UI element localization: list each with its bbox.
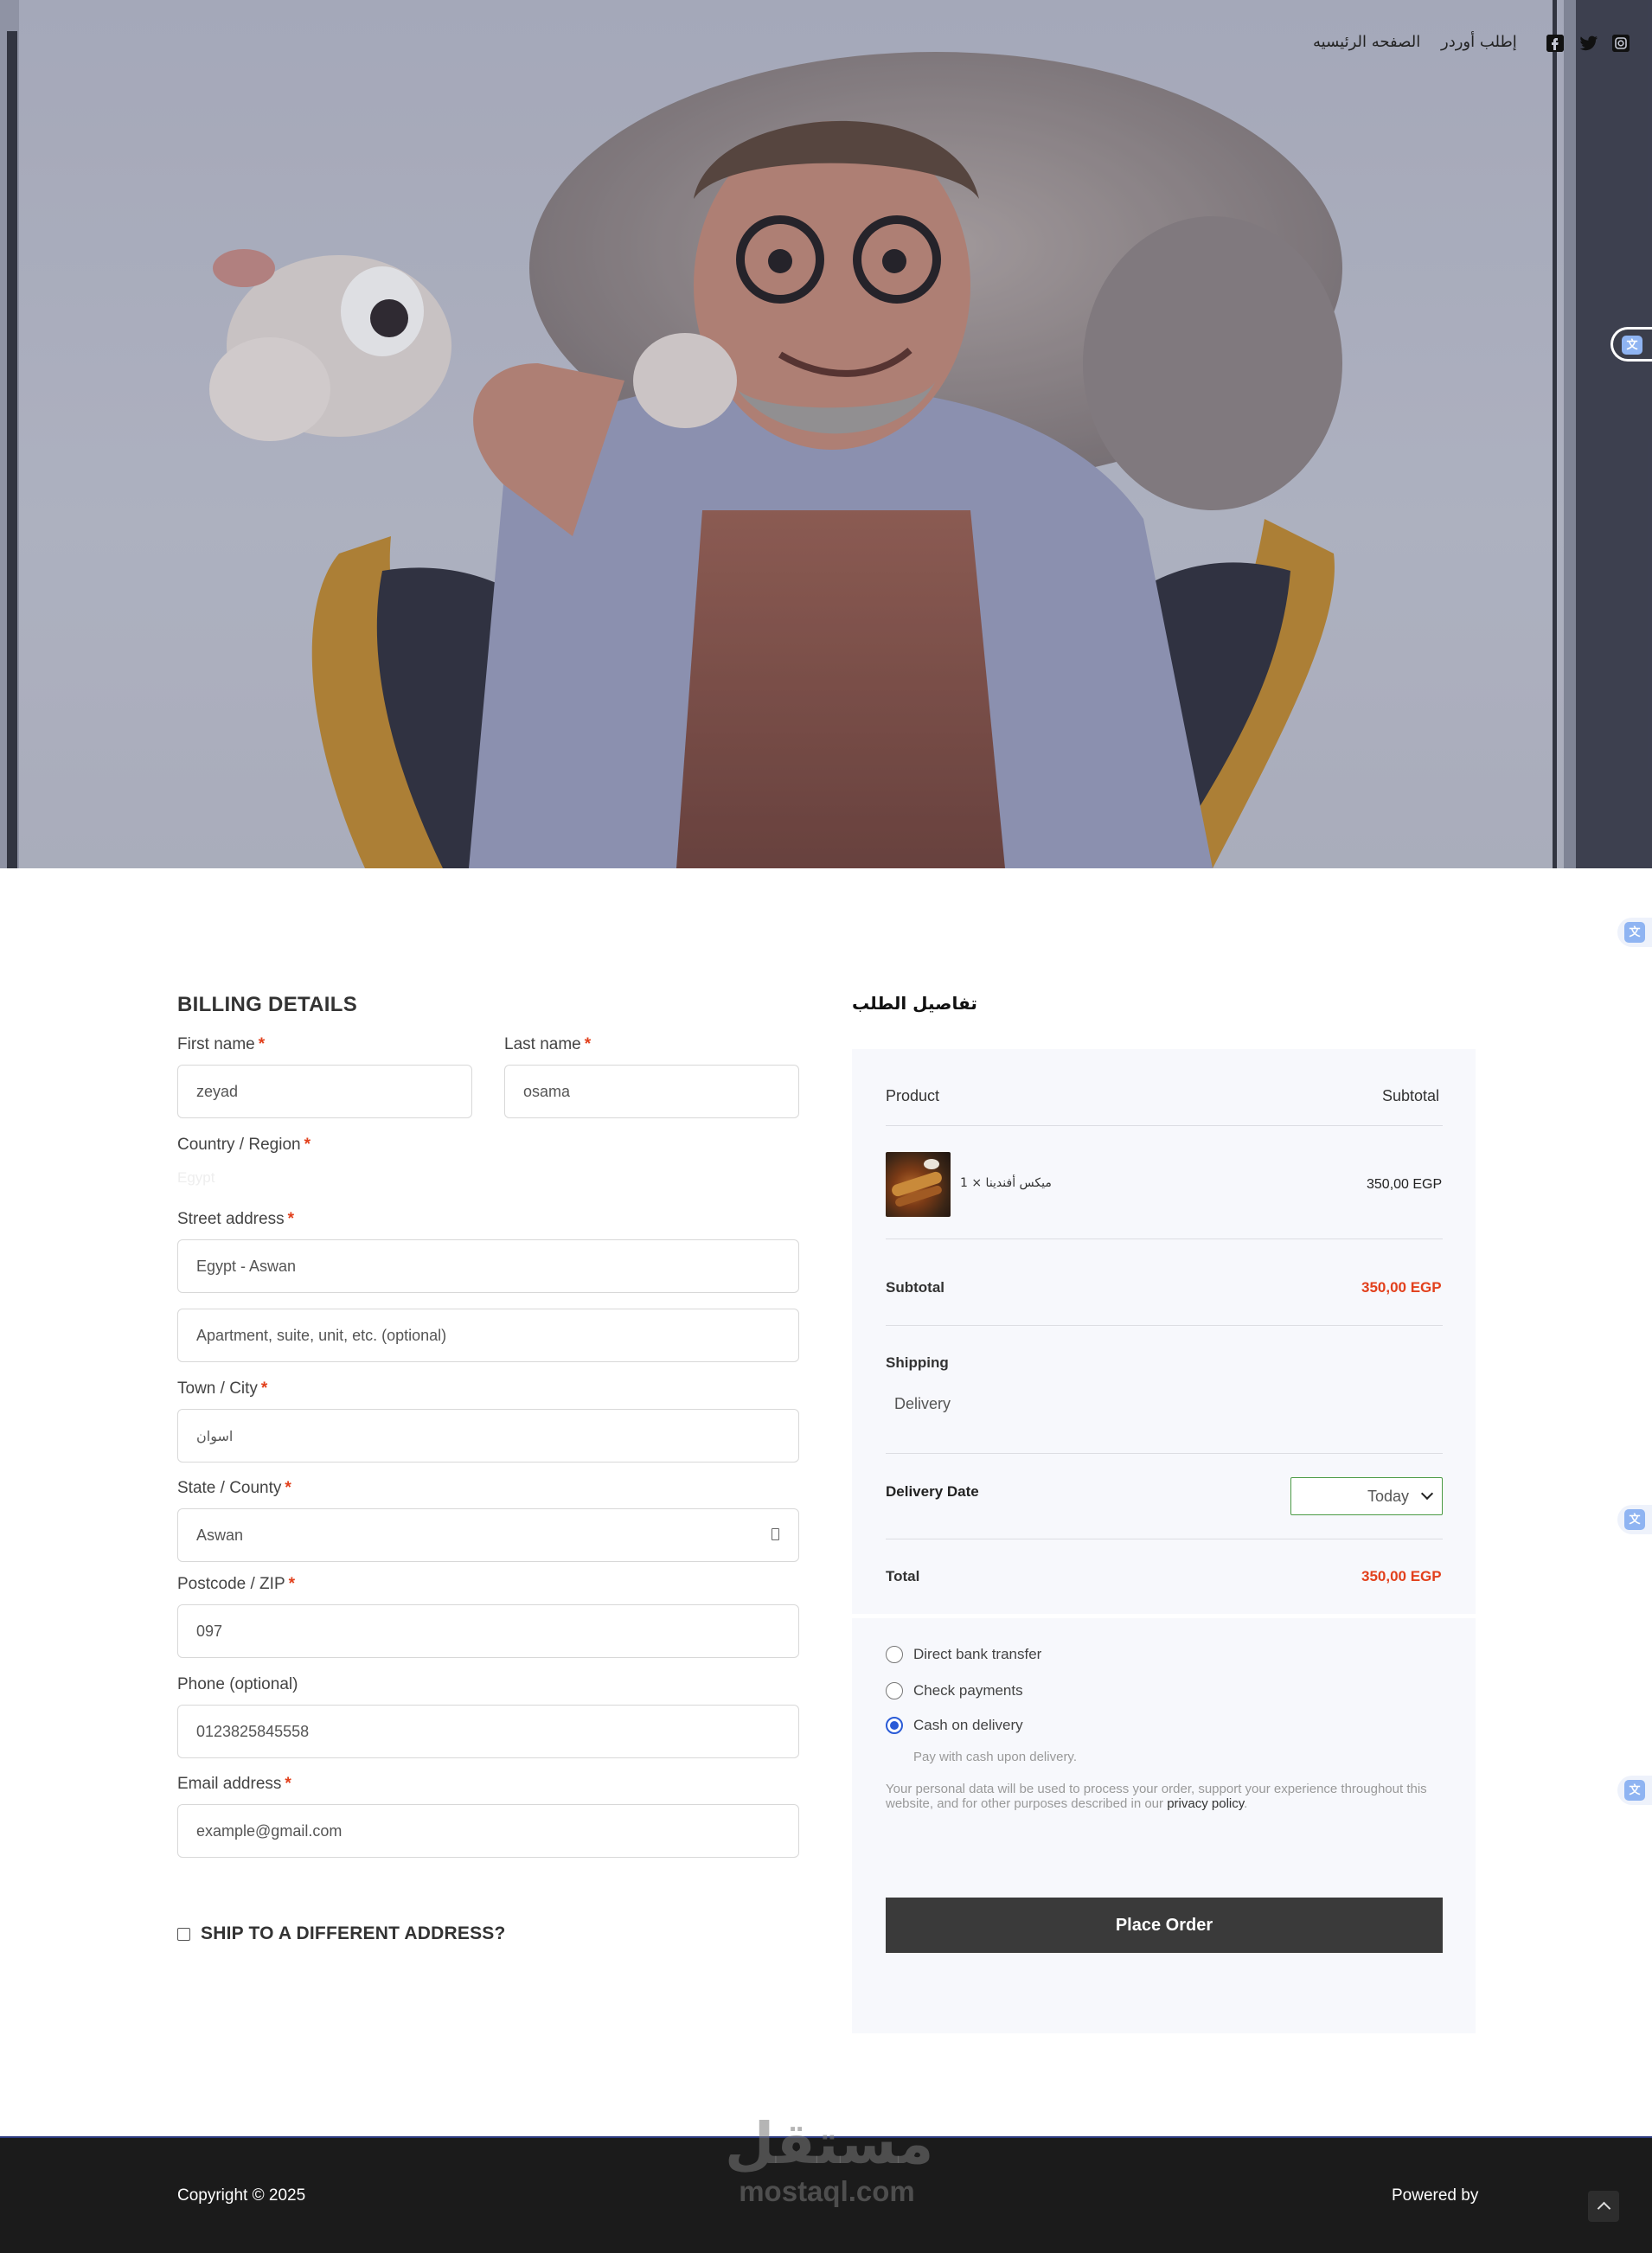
payment-label-check: Check payments [913,1682,1023,1699]
phone-input[interactable]: 0123825845558 [177,1705,799,1758]
column-subtotal: Subtotal [1382,1087,1440,1104]
payment-radio-cod[interactable] [886,1717,903,1734]
delivery-date-label: Delivery Date [886,1483,979,1500]
cart-item-price: 350,00 EGP [1367,1177,1443,1192]
total-value: 350,00 EGP [1361,1568,1442,1584]
twitter-icon[interactable] [1579,35,1598,52]
last-name-value: osama [523,1082,571,1100]
last-name-label: Last name * [504,1035,592,1053]
watermark-latin: mostaql.com [739,2175,915,2207]
phone-label: Phone (optional) [177,1675,298,1693]
translate-widget-button[interactable]: 文 [1617,918,1652,947]
divider [886,1325,1443,1326]
footer-powered-by: Powered by [1392,2186,1479,2205]
order-details-title: تفاصيل الطلب [852,993,977,1014]
town-city-label: Town / City * [177,1379,268,1398]
product-thumbnail [886,1152,951,1217]
street-address-value: Egypt - Aswan [196,1257,297,1275]
translate-icon: 文 [1622,336,1642,355]
privacy-text: Your personal data will be used to proce… [886,1782,1427,1811]
postcode-label: Postcode / ZIP * [177,1575,296,1593]
translate-widget-button[interactable]: 文 [1617,1776,1652,1805]
mostaql-watermark: مستقل mostaql.com [725,2110,934,2207]
facebook-icon[interactable] [1546,35,1564,52]
select-arrow-icon [772,1528,779,1540]
translate-widget-button[interactable]: 文 [1617,1505,1652,1534]
hero-overlay [0,0,1652,868]
state-county-value: Aswan [196,1526,244,1544]
ship-different-address-checkbox[interactable] [177,1927,190,1941]
nav-order-link[interactable]: إطلب أوردر [1441,33,1517,51]
translate-icon: 文 [1624,1780,1645,1801]
watermark-arabic: مستقل [725,2110,934,2177]
scroll-to-top-button[interactable] [1588,2191,1619,2222]
state-county-label: State / County * [177,1479,291,1497]
payment-radio-bank[interactable] [886,1646,903,1663]
ship-different-address[interactable]: SHIP TO A DIFFERENT ADDRESS? [177,1923,506,1944]
column-product: Product [886,1087,940,1104]
payment-label-bank: Direct bank transfer [913,1646,1042,1662]
ship-different-address-label: SHIP TO A DIFFERENT ADDRESS? [201,1923,506,1943]
postcode-input[interactable]: 097 [177,1604,799,1658]
street-address-2-input[interactable]: Apartment, suite, unit, etc. (optional) [177,1309,799,1362]
divider [886,1125,1443,1126]
total-label: Total [886,1568,920,1584]
translate-icon: 文 [1624,922,1645,943]
section-separator [852,1614,1476,1618]
postcode-value: 097 [196,1622,223,1640]
instagram-icon[interactable] [1612,35,1630,52]
cod-description: Pay with cash upon delivery. [913,1750,1077,1764]
footer-copyright: Copyright © 2025 [177,2186,306,2205]
email-input[interactable]: example@gmail.com [177,1804,799,1858]
street-address-input[interactable]: Egypt - Aswan [177,1239,799,1293]
privacy-notice: Your personal data will be used to proce… [886,1782,1427,1811]
translate-icon: 文 [1624,1509,1645,1530]
street-address-2-placeholder: Apartment, suite, unit, etc. (optional) [196,1326,447,1344]
first-name-value: zeyad [196,1082,239,1100]
chevron-down-icon [1420,1487,1434,1501]
payment-label-cod: Cash on delivery [913,1717,1023,1733]
last-name-input[interactable]: osama [504,1065,799,1118]
town-city-value: اسوان [196,1427,234,1444]
billing-title: BILLING DETAILS [177,993,358,1016]
shipping-method: Delivery [894,1395,951,1412]
phone-value: 0123825845558 [196,1722,310,1740]
cart-item-name: 1 × ميكس أفندينا [960,1176,1052,1190]
shipping-label: Shipping [886,1354,949,1371]
delivery-date-select[interactable]: Today [1290,1477,1443,1515]
subtotal-value: 350,00 EGP [1361,1279,1442,1296]
place-order-button[interactable]: Place Order [886,1898,1443,1953]
first-name-label: First name * [177,1035,266,1053]
hero-banner: الصفحه الرئيسيه إطلب أوردر 文 [0,0,1652,868]
subtotal-label: Subtotal [886,1279,944,1296]
first-name-input[interactable]: zeyad [177,1065,472,1118]
payment-radio-check[interactable] [886,1682,903,1699]
translate-widget-button[interactable]: 文 [1610,327,1652,362]
country-label: Country / Region * [177,1136,311,1154]
delivery-date-value: Today [1367,1488,1409,1505]
street-address-label: Street address * [177,1210,294,1228]
country-value: Egypt [177,1169,215,1186]
divider [886,1453,1443,1454]
nav-home-link[interactable]: الصفحه الرئيسيه [1313,33,1420,51]
email-label: Email address * [177,1775,291,1793]
privacy-policy-link[interactable]: privacy policy [1167,1796,1244,1811]
state-county-select[interactable]: Aswan [177,1508,799,1562]
town-city-input[interactable]: اسوان [177,1409,799,1463]
email-value: example@gmail.com [196,1821,343,1840]
